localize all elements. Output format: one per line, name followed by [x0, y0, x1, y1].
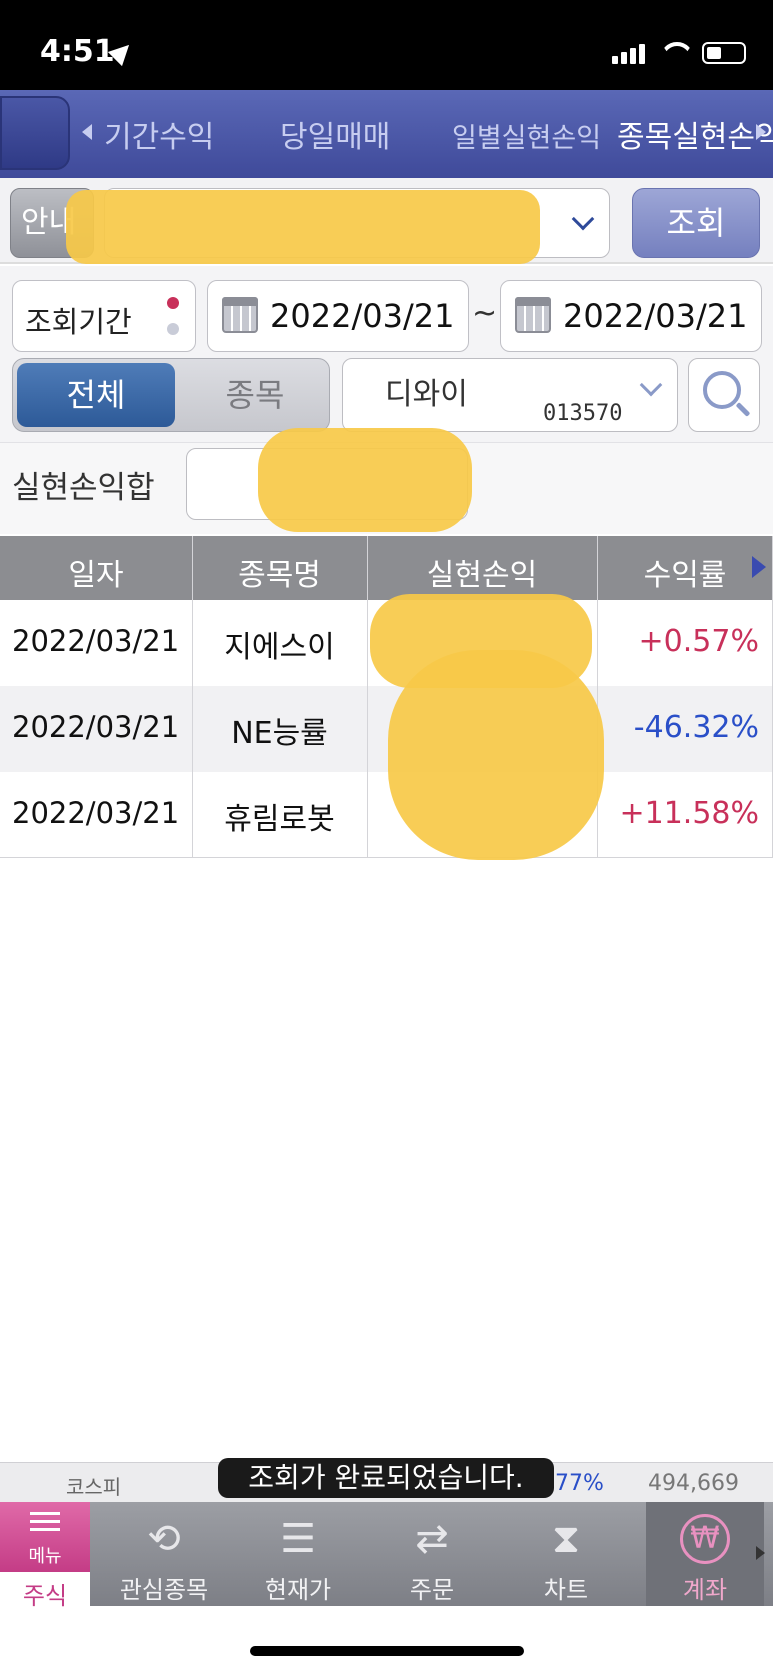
- column-divider: [192, 536, 193, 858]
- watchlist-icon: ⟲: [147, 1516, 181, 1562]
- tab-scroll-right-icon[interactable]: [756, 124, 766, 140]
- nav-label: 주문: [409, 1576, 455, 1604]
- nav-menu-stock[interactable]: 메뉴 주식: [0, 1502, 90, 1610]
- redaction-mark: [388, 650, 604, 860]
- nav-label: 현재가: [264, 1576, 332, 1604]
- column-divider: [597, 536, 598, 858]
- filter-segment: 전체 종목: [12, 358, 330, 432]
- search-icon-handle: [735, 402, 751, 417]
- row-rate: +0.57%: [638, 624, 759, 659]
- end-date: 2022/03/21: [563, 297, 748, 335]
- row-date: 2022/03/21: [12, 624, 180, 658]
- col-header-name: 종목명: [238, 558, 321, 593]
- row-stock-name: 지에스이: [224, 630, 335, 665]
- tab-stock-realized[interactable]: 종목실현손익: [617, 112, 773, 156]
- start-date-field[interactable]: 2022/03/21: [207, 280, 469, 352]
- filter-stock-button[interactable]: 종목: [185, 363, 325, 427]
- calendar-icon: [222, 297, 258, 333]
- stock-name: 디와이: [385, 377, 468, 412]
- table-row[interactable]: 2022/03/21 NE능률 -46.32%: [0, 686, 773, 772]
- period-label: 조회기간: [25, 305, 132, 339]
- price-icon: ☰: [280, 1516, 316, 1562]
- home-indicator[interactable]: [250, 1646, 524, 1656]
- nav-scroll-right-icon[interactable]: [756, 1546, 765, 1560]
- toast-message: 조회가 완료되었습니다.: [218, 1458, 554, 1498]
- period-indicator-dot-active: [167, 297, 179, 309]
- period-indicator-dot: [167, 323, 179, 335]
- nav-label: 차트: [543, 1576, 589, 1604]
- query-button[interactable]: 조회: [632, 188, 760, 258]
- row-rate: -46.32%: [633, 710, 759, 745]
- column-divider: [367, 536, 368, 858]
- order-icon: ⇄: [415, 1516, 449, 1562]
- search-icon: [703, 371, 741, 409]
- stock-select[interactable]: 디와이 013570: [342, 358, 678, 432]
- date-separator: ~: [472, 296, 498, 331]
- nav-chart[interactable]: ⧗ 차트: [500, 1502, 632, 1606]
- menu-tile: 메뉴: [0, 1502, 90, 1572]
- won-icon: ₩: [680, 1514, 730, 1564]
- tab-period-profit[interactable]: 기간수익: [104, 112, 214, 156]
- nav-label: 관심종목: [119, 1576, 209, 1604]
- menu-sub-label: 메뉴: [28, 1546, 62, 1567]
- tab-daily-trade[interactable]: 당일매매: [280, 112, 390, 156]
- status-time: 4:51: [40, 34, 115, 69]
- status-bar: 4:51: [0, 0, 773, 90]
- row-stock-name: NE능률: [231, 716, 328, 751]
- nav-label: 계좌: [682, 1576, 728, 1604]
- nav-label: 주식: [22, 1582, 68, 1610]
- tab-daily-realized[interactable]: 일별실현손익: [452, 116, 601, 155]
- row-rate: +11.58%: [619, 796, 759, 831]
- end-date-field[interactable]: 2022/03/21: [500, 280, 762, 352]
- col-header-rate: 수익률: [643, 558, 727, 593]
- realized-sum-label: 실현손익합: [12, 470, 155, 506]
- redaction-mark: [66, 190, 540, 264]
- chevron-down-icon: [639, 373, 663, 397]
- redaction-mark: [258, 428, 472, 532]
- row-stock-name: 휴림로봇: [224, 802, 335, 837]
- col-header-pnl: 실현손익: [426, 558, 538, 593]
- nav-current-price[interactable]: ☰ 현재가: [232, 1502, 364, 1606]
- search-button[interactable]: [688, 358, 760, 432]
- start-date: 2022/03/21: [270, 297, 455, 335]
- row-date: 2022/03/21: [12, 710, 180, 744]
- index-name: 코스피: [66, 1475, 122, 1499]
- cellular-signal-icon: [612, 44, 648, 64]
- tab-scroll-left-icon[interactable]: [82, 124, 92, 140]
- index-change: .77%: [548, 1471, 604, 1496]
- stock-code: 013570: [543, 401, 623, 426]
- nav-account[interactable]: ₩ 계좌: [646, 1502, 764, 1606]
- col-header-date: 일자: [68, 558, 124, 593]
- chart-icon: ⧗: [551, 1516, 581, 1562]
- period-label-box[interactable]: 조회기간: [12, 280, 196, 352]
- nav-watchlist[interactable]: ⟲ 관심종목: [98, 1502, 230, 1606]
- nav-order[interactable]: ⇄ 주문: [366, 1502, 498, 1606]
- battery-icon: [702, 42, 746, 64]
- filter-all-button[interactable]: 전체: [17, 363, 175, 427]
- table-row[interactable]: 2022/03/21 휴림로봇 +11.58%: [0, 772, 773, 858]
- hamburger-icon: [30, 1512, 60, 1515]
- chevron-down-icon: [571, 207, 595, 231]
- wifi-icon: [660, 42, 694, 66]
- back-button[interactable]: [0, 96, 70, 170]
- index-volume: 494,669: [648, 1471, 739, 1496]
- calendar-icon: [515, 297, 551, 333]
- table-scroll-right-icon[interactable]: [752, 556, 766, 578]
- row-date: 2022/03/21: [12, 796, 180, 830]
